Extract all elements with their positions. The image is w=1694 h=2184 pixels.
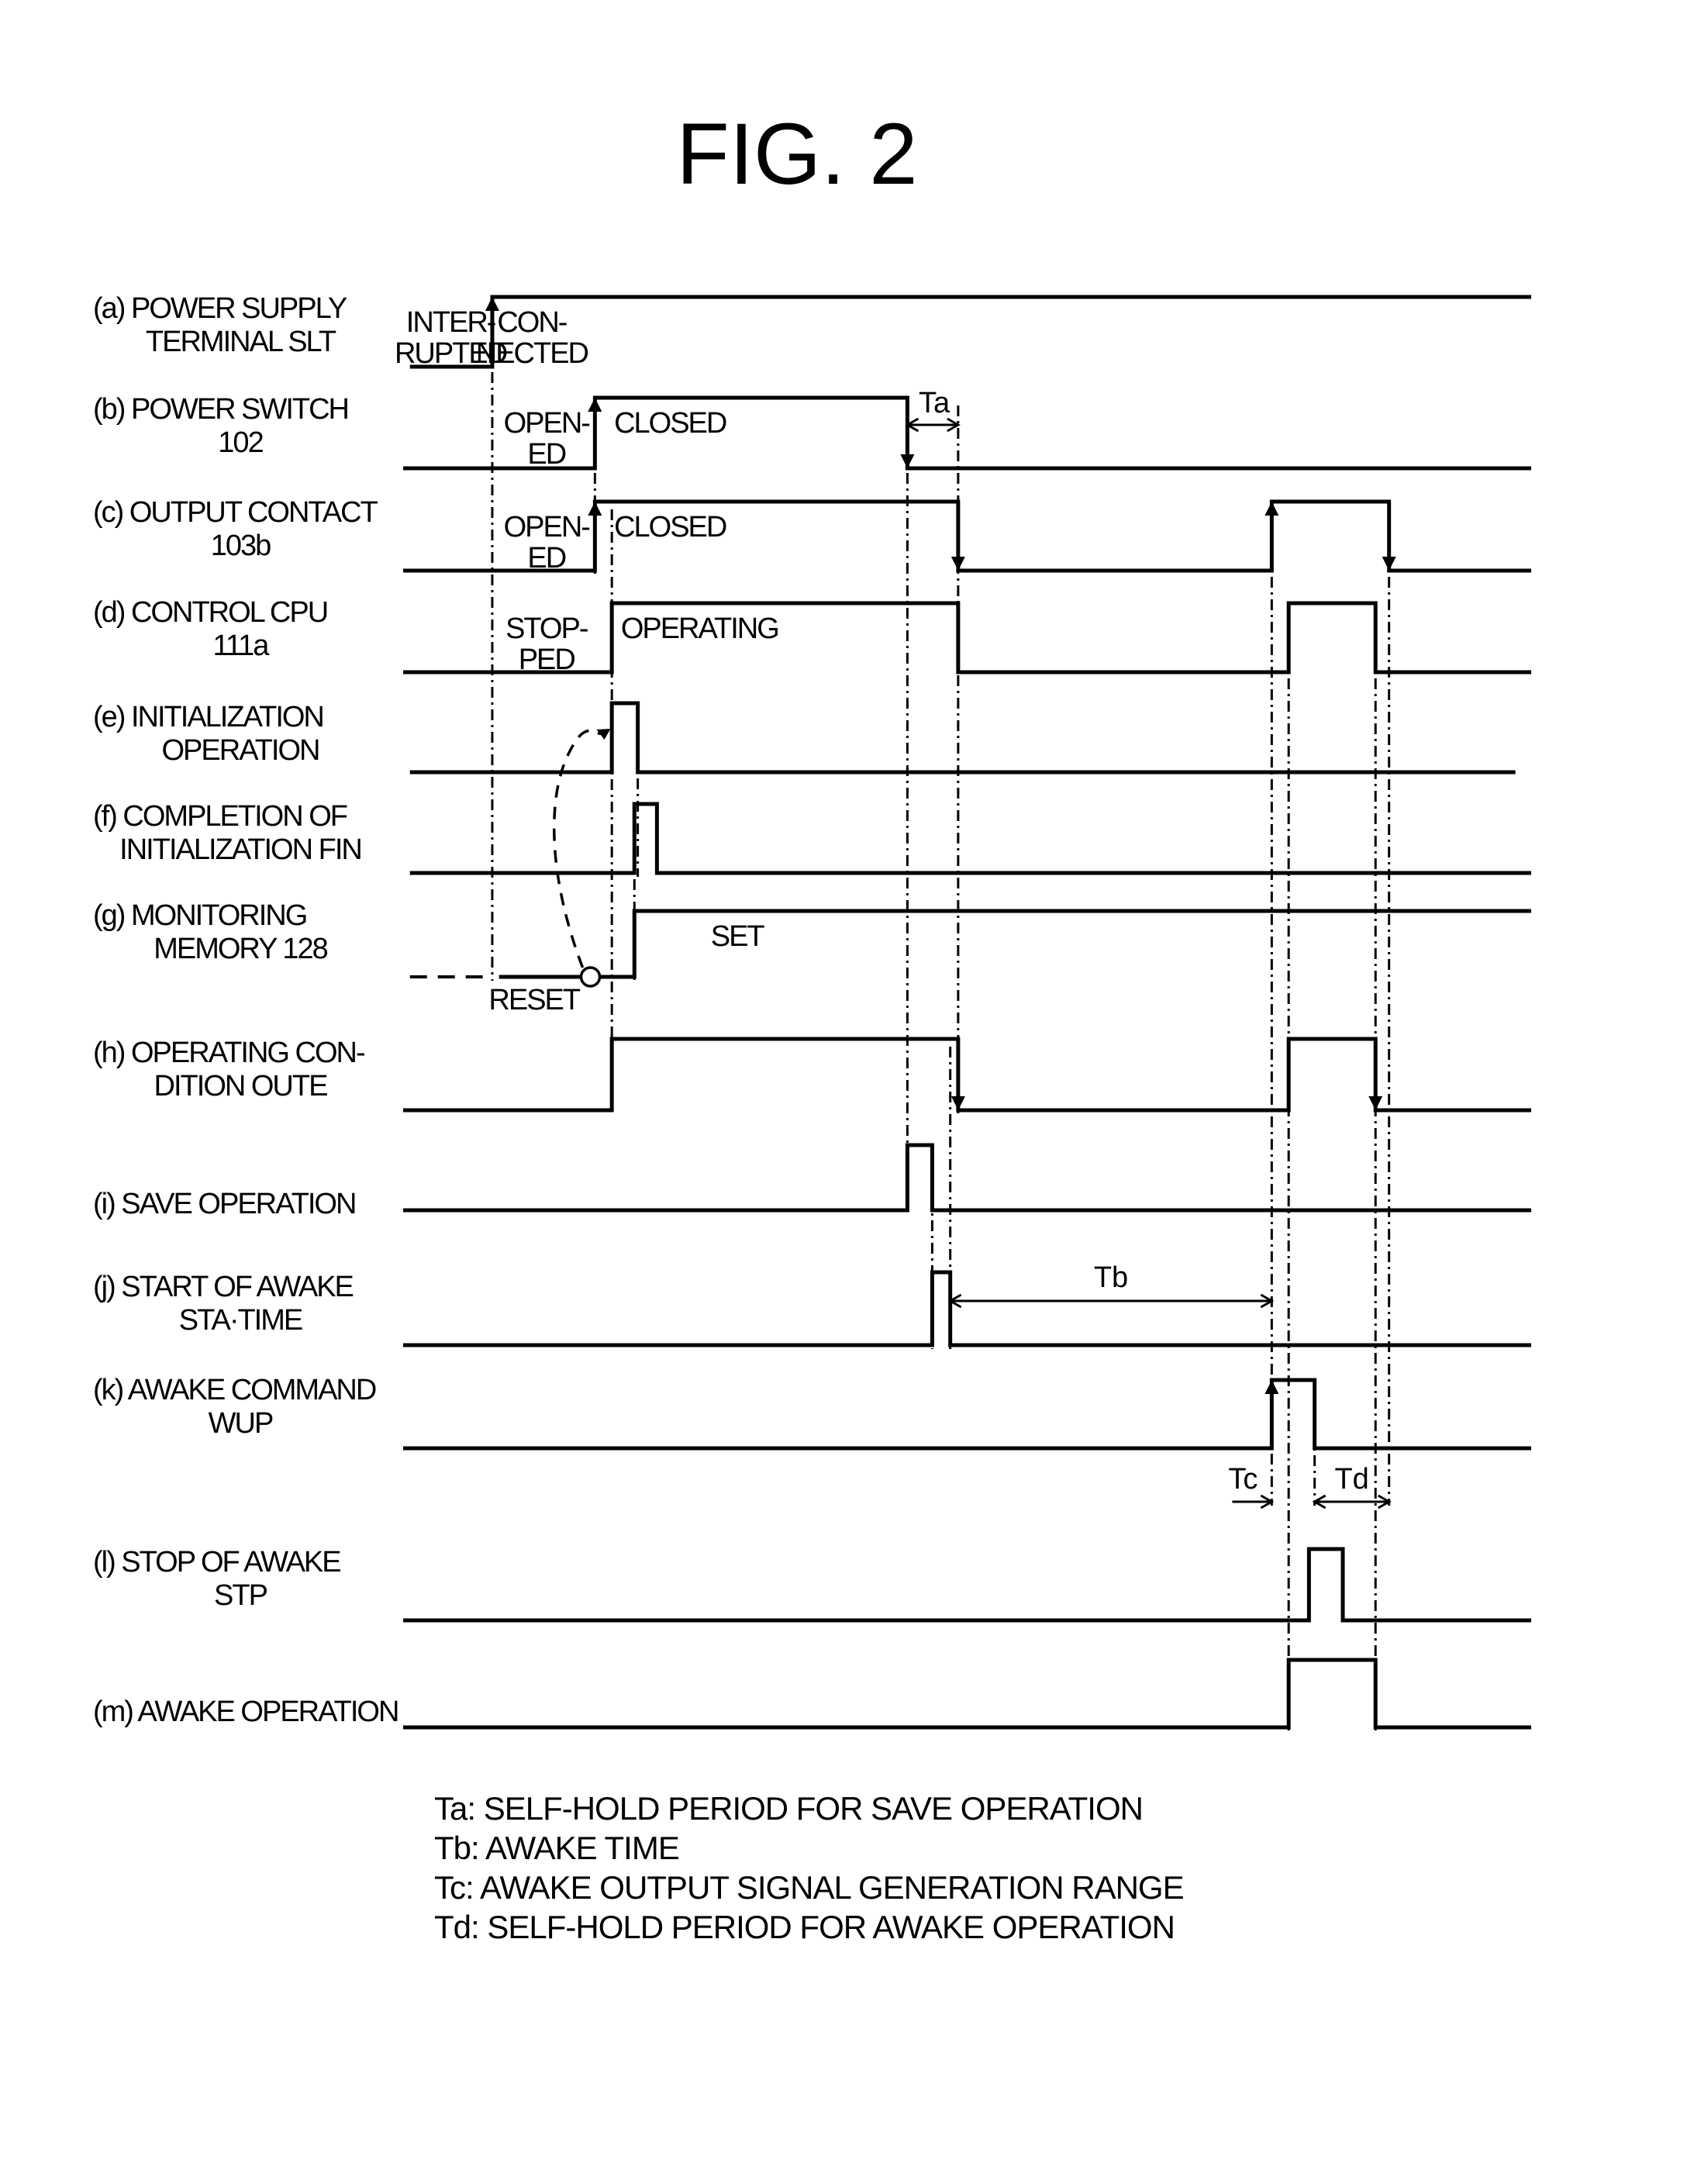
state-label-b-0: OPEN- (504, 407, 590, 440)
state-sublabel-d-0: PED (519, 643, 575, 676)
signal-label-d: (d) CONTROL CPU (93, 596, 327, 629)
waveform-m (403, 1658, 1531, 1730)
legend-ta: Ta: SELF-HOLD PERIOD FOR SAVE OPERATION (434, 1790, 1143, 1827)
signal-sublabel-a: TERMINAL SLT (146, 326, 336, 358)
signal-sublabel-l: STP (214, 1579, 267, 1612)
signal-label-k: (k) AWAKE COMMAND (93, 1374, 376, 1406)
edge-arrow-c-0 (588, 502, 602, 516)
signal-sublabel-j: STA·TIME (179, 1304, 302, 1337)
edge-arrow-k-0 (1264, 1380, 1279, 1394)
signal-label-f: (f) COMPLETION OF (93, 800, 347, 833)
state-label-g-0: RESET (488, 984, 580, 1016)
waveform-h (403, 1037, 1531, 1113)
signal-sublabel-k: WUP (209, 1407, 273, 1440)
waveform-j (403, 1270, 1531, 1347)
edge-arrow-h-3 (1368, 1096, 1383, 1110)
reset-circle-icon (579, 966, 602, 988)
signal-sublabel-f: INITIALIZATION FIN (119, 833, 361, 866)
waveform-i (403, 1143, 1531, 1213)
interval-label-Tb: Tb (1094, 1261, 1128, 1294)
reset-arrow-curve (553, 729, 605, 968)
signal-sublabel-d: 111a (213, 630, 271, 662)
signal-sublabel-e: OPERATION (162, 734, 319, 767)
signal-label-g: (g) MONITORING (93, 899, 306, 932)
state-label-d-0: STOP- (505, 612, 588, 645)
signal-sublabel-b: 102 (218, 426, 263, 459)
signal-sublabel-h: DITION OUTE (154, 1070, 328, 1102)
signal-label-c: (c) OUTPUT CONTACT (93, 496, 378, 529)
signal-label-h: (h) OPERATING CON- (93, 1037, 364, 1069)
waveform-k (403, 1378, 1531, 1451)
signal-label-j: (j) START OF AWAKE (93, 1271, 354, 1303)
waveform-l (403, 1547, 1531, 1623)
edge-arrow-b-1 (900, 454, 915, 468)
edge-arrow-c-3 (1382, 557, 1396, 571)
signal-label-e: (e) INITIALIZATION (93, 701, 323, 733)
signal-labels: (a) POWER SUPPLYTERMINAL SLT (b) POWER SW… (93, 292, 399, 1728)
state-label-b-1: CLOSED (614, 407, 726, 440)
timing-diagram: FIG. 2 (a) POWER SUPPLYTERMINAL SLT (b) P… (93, 105, 1531, 1945)
edge-arrow-c-1 (951, 557, 965, 571)
state-label-a-0: INTER- (406, 306, 495, 339)
legend: Ta: SELF-HOLD PERIOD FOR SAVE OPERATION … (434, 1790, 1185, 1945)
state-sublabel-a-1: NECTED (476, 337, 588, 370)
legend-td: Td: SELF-HOLD PERIOD FOR AWAKE OPERATION (434, 1909, 1175, 1945)
state-label-g-1: SET (711, 920, 765, 953)
signal-sublabel-g: MEMORY 128 (154, 933, 327, 965)
signal-label-a: (a) POWER SUPPLY (93, 292, 347, 325)
signal-label-b: (b) POWER SWITCH (93, 393, 348, 426)
waveform-e (409, 701, 1516, 775)
state-label-d-1: OPERATING (621, 612, 778, 645)
state-label-a-1: CON- (497, 306, 566, 339)
interval-label-Td: Td (1334, 1463, 1368, 1496)
state-sublabel-b-0: ED (527, 438, 565, 471)
signal-label-i: (i) SAVE OPERATION (93, 1188, 355, 1220)
signal-sublabel-c: 103b (211, 530, 271, 562)
legend-tb: Tb: AWAKE TIME (434, 1830, 679, 1866)
state-sublabel-c-0: ED (527, 542, 565, 574)
edge-arrow-h-1 (951, 1096, 965, 1110)
waveform-f (409, 802, 1531, 875)
figure-title: FIG. 2 (676, 105, 917, 202)
interval-label-Tc: Tc (1228, 1463, 1258, 1496)
edge-arrow-c-2 (1264, 502, 1279, 516)
signal-label-m: (m) AWAKE OPERATION (93, 1696, 398, 1728)
interval-label-Ta: Ta (919, 387, 951, 419)
legend-tc: Tc: AWAKE OUTPUT SIGNAL GENERATION RANGE (434, 1869, 1184, 1906)
reset-annotation (553, 729, 611, 988)
interval-markers: Ta Tb Tc Td (905, 387, 1392, 1509)
state-label-c-0: OPEN- (504, 511, 590, 543)
edge-arrow-b-0 (588, 398, 602, 412)
state-label-c-1: CLOSED (614, 511, 726, 543)
signal-label-l: (l) STOP OF AWAKE (93, 1546, 340, 1578)
